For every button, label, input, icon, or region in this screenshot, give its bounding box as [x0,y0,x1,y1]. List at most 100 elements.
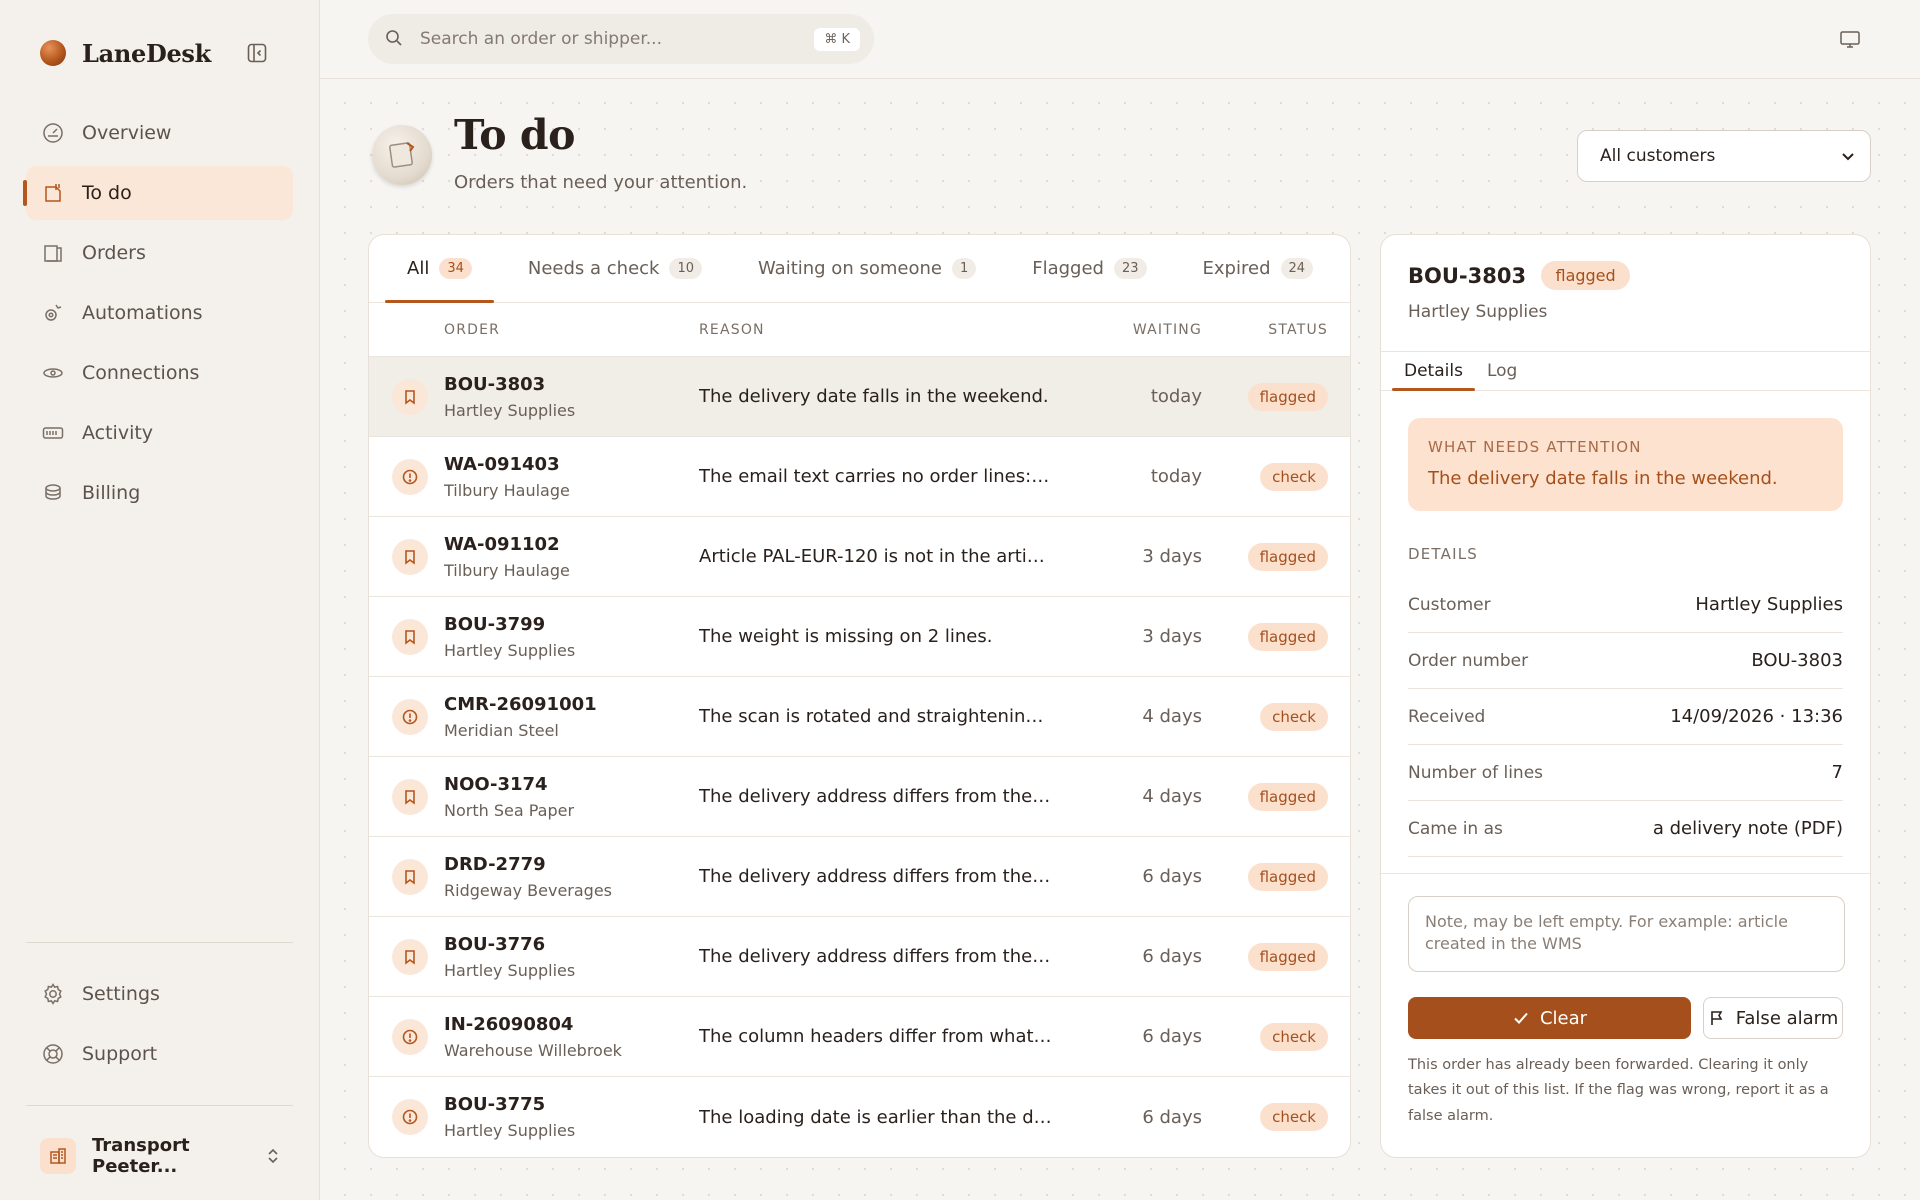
page-title: To do [454,111,575,159]
header-reason[interactable]: REASON [699,322,1065,338]
order-id: BOU-3803 [444,373,546,395]
tab-label: Needs a check [527,258,660,279]
connections-icon [40,360,66,386]
bookmark-icon [391,858,428,895]
header-waiting[interactable]: WAITING [1065,322,1202,338]
sidebar-item-automations[interactable]: Automations [26,286,293,340]
sidebar-item-to-do[interactable]: To do [23,166,293,220]
customer-filter-select[interactable]: All customers [1577,130,1871,182]
alert-circle-icon [391,1099,428,1135]
sidebar-item-settings[interactable]: Settings [26,967,293,1021]
tab-log[interactable]: Log [1475,352,1529,390]
table-row[interactable]: DRD-2779 Ridgeway Beverages The delivery a… [369,837,1350,917]
tab-details[interactable]: Details [1392,352,1475,391]
sidebar-item-billing[interactable]: Billing [26,466,293,520]
order-cell: CMR-26091001 Meridian Steel [444,694,699,740]
tab-all[interactable]: All 34 [385,235,494,303]
table-row[interactable]: BOU-3799 Hartley Supplies The weight is mi… [369,597,1350,677]
table-row[interactable]: WA-091102 Tilbury Haulage Article PAL-EUR-… [369,517,1350,597]
orders-icon [40,240,66,266]
tab-label: All [407,258,430,279]
status-cell: check [1202,1022,1350,1051]
tab-label: Flagged [1032,258,1104,279]
sidebar-item-label: Orders [82,242,146,264]
order-customer: Hartley Supplies [444,960,576,980]
waiting-cell: today [1150,386,1202,407]
sidebar-item-overview[interactable]: Overview [26,106,293,160]
sidebar-collapse-icon[interactable] [246,42,268,64]
waiting-cell: today [1150,466,1202,487]
status-badge: flagged [1247,862,1328,891]
detail-key: Order number [1408,650,1529,671]
clear-button[interactable]: Clear [1408,997,1691,1039]
check-icon [1512,1009,1530,1027]
waiting-cell: 3 days [1142,626,1202,647]
reason-cell: The delivery address differs from the p.… [699,946,1065,967]
table-body: BOU-3803 Hartley Supplies The delivery dat… [369,357,1350,1157]
order-id: NOO-3174 [444,773,548,795]
order-cell: NOO-3174 North Sea Paper [444,774,699,820]
detail-key: Number of lines [1408,762,1544,783]
help-text: This order has already been forwarded. C… [1408,1057,1829,1124]
reason-cell: Article PAL-EUR-120 is not in the articl… [699,546,1065,567]
details-section-title: DETAILS [1408,545,1478,563]
detail-value: 7 [1831,762,1843,783]
table-row[interactable]: CMR-26091001 Meridian Steel The scan is ro… [369,677,1350,757]
sidebar-item-orders[interactable]: Orders [26,226,293,280]
table-row[interactable]: BOU-3776 Hartley Supplies The delivery add… [369,917,1350,997]
status-badge: flagged [1247,542,1328,571]
note-textarea[interactable] [1408,896,1845,972]
detail-row-order-number: Order number BOU-3803 [1408,633,1843,689]
account-switcher[interactable]: Transport Peeter... [26,1112,293,1200]
tab-waiting-on-someone[interactable]: Waiting on someone 1 [736,235,998,302]
sidebar-item-activity[interactable]: Activity [26,406,293,460]
header-order[interactable]: ORDER [444,322,699,338]
sidebar-item-label: Activity [82,422,154,444]
waiting-cell: 6 days [1142,1106,1202,1128]
sidebar-item-label: To do [82,182,132,204]
order-id: WA-091102 [444,533,560,555]
order-cell: WA-091403 Tilbury Haulage [444,454,699,500]
chevron-updown-icon [265,1146,281,1166]
tab-expired[interactable]: Expired 24 [1181,235,1336,302]
order-customer: Meridian Steel [444,720,559,740]
brand-name: LaneDesk [82,38,211,68]
row-icon-cell [369,378,444,415]
order-cell: BOU-3803 Hartley Supplies [444,374,699,420]
gear-icon [40,981,66,1007]
status-badge: check [1260,1022,1328,1051]
header-status[interactable]: STATUS [1202,322,1350,338]
app: LaneDesk Overview To do Orders Automatio… [0,0,1920,1200]
table-row[interactable]: IN-26090804 Warehouse Willebroek The colum… [369,997,1350,1077]
order-cell: DRD-2779 Ridgeway Beverages [444,854,699,900]
table-row[interactable]: WA-091403 Tilbury Haulage The email text c… [369,437,1350,517]
tab-needs-a-check[interactable]: Needs a check 10 [506,235,724,302]
order-id: BOU-3799 [444,613,546,635]
status-cell: flagged [1202,622,1350,651]
attention-text: The delivery date falls in the weekend. [1428,468,1778,489]
alert-circle-icon [391,698,428,735]
search-input[interactable] [420,29,815,49]
detail-value: a delivery note (PDF) [1652,818,1843,839]
order-customer: Ridgeway Beverages [444,880,613,900]
order-cell: WA-091102 Tilbury Haulage [444,534,699,580]
waiting-cell: 6 days [1142,946,1202,967]
table-row[interactable]: NOO-3174 North Sea Paper The delivery addr… [369,757,1350,837]
flag-icon [1708,1009,1726,1027]
tab-flagged[interactable]: Flagged 23 [1010,235,1168,302]
monitor-icon[interactable] [1838,27,1862,51]
row-icon-cell [369,618,444,655]
table-row[interactable]: BOU-3775 Hartley Supplies The loading date… [369,1077,1350,1157]
reason-cell: The delivery date falls in the weekend. [699,386,1049,407]
reason-cell: The delivery address differs from the p.… [699,866,1065,887]
order-cell: BOU-3776 Hartley Supplies [444,934,699,980]
table-row[interactable]: BOU-3803 Hartley Supplies The delivery dat… [369,357,1350,437]
notepad-icon [372,125,432,185]
false-alarm-button[interactable]: False alarm [1703,997,1843,1039]
sidebar-item-support[interactable]: Support [26,1027,293,1081]
status-badge: check [1260,702,1328,731]
status-badge: check [1260,1103,1328,1131]
reason-cell: The scan is rotated and straightening it… [699,706,1065,727]
sidebar-item-connections[interactable]: Connections [26,346,293,400]
search-bar[interactable]: ⌘ K [368,14,874,64]
